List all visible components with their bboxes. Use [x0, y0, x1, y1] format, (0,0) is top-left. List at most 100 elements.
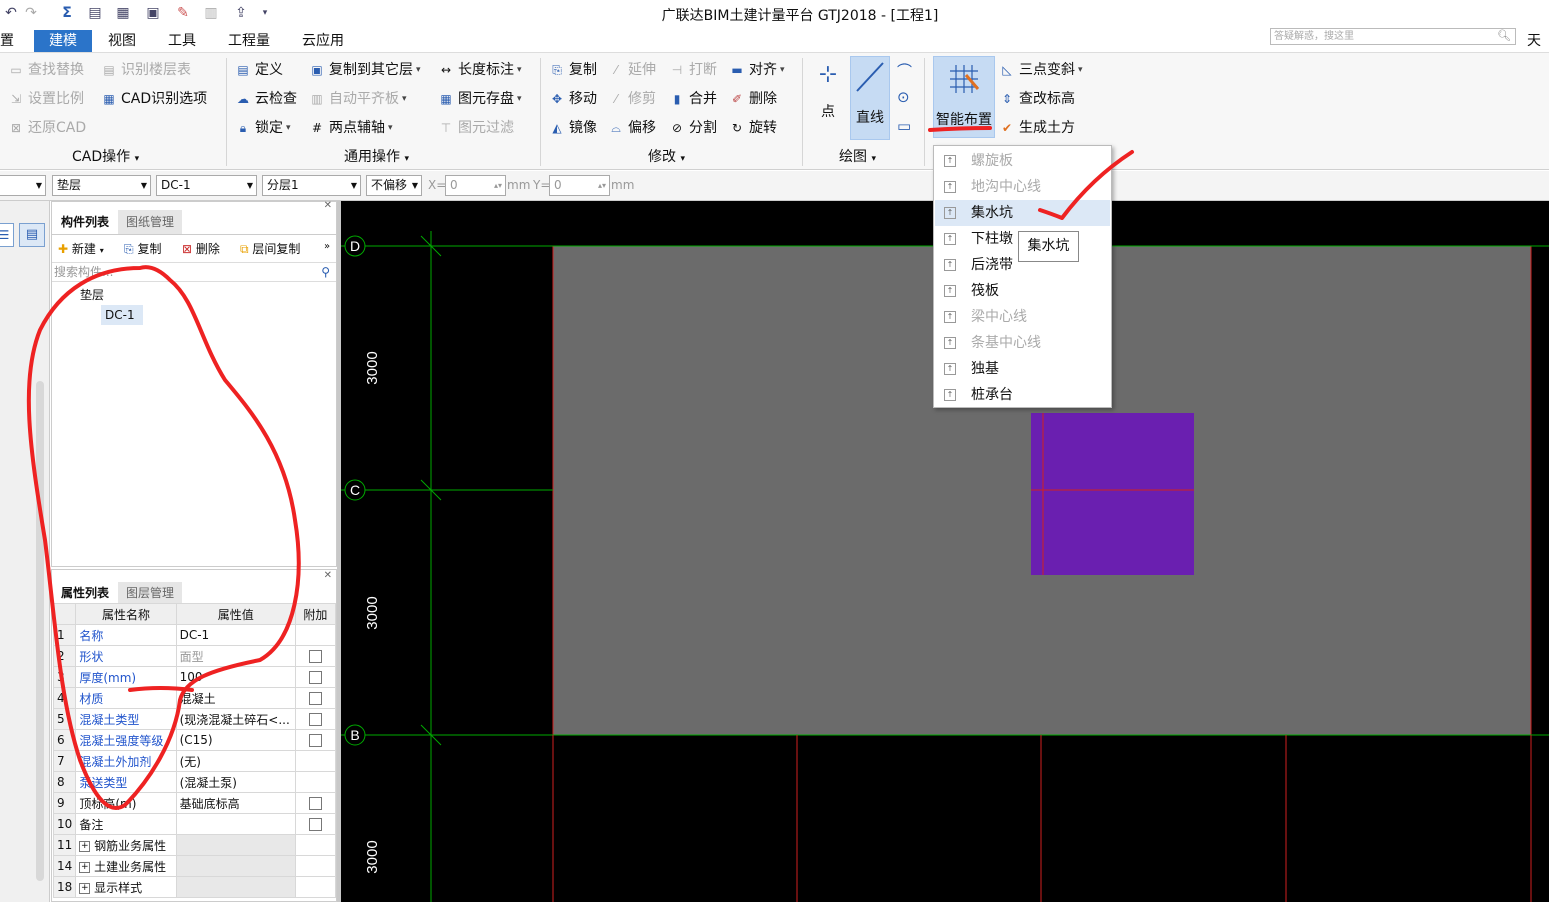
arc-icon[interactable]: ⌒ — [897, 60, 912, 81]
dropdown-item-spiral-slab[interactable]: ↑ 螺旋板 — [935, 148, 1110, 174]
floor-select[interactable]: 分层1 ▼ — [262, 175, 361, 196]
checkbox[interactable] — [308, 650, 322, 663]
align-button[interactable]: ▬ 对齐 ▾ — [729, 59, 784, 81]
copy-to-floor-button[interactable]: ▣ 复制到其它层 ▾ — [309, 59, 420, 81]
checkbox[interactable] — [308, 713, 322, 726]
layer-select[interactable]: ▼ — [0, 175, 46, 196]
table-row[interactable]: 3 厚度(mm) 100 — [52, 666, 337, 688]
auto-align-slab-button[interactable]: ▥ 自动平齐板 ▾ — [309, 88, 406, 110]
close-icon[interactable]: ✕ — [324, 570, 332, 581]
export-icon[interactable]: ⇪ — [232, 4, 250, 22]
element-type-select[interactable]: 垫层 ▼ — [52, 175, 151, 196]
dropdown-item-strip-footing-centerline[interactable]: ↑ 条基中心线 — [935, 330, 1110, 356]
dropdown-item-beam-centerline[interactable]: ↑ 梁中心线 — [935, 304, 1110, 330]
sump-pit[interactable] — [1031, 413, 1194, 575]
more-icon[interactable]: » — [324, 241, 330, 252]
y-input[interactable]: 0 ▴▾ — [549, 175, 610, 196]
prop-group[interactable]: + 土建业务属性 — [75, 855, 177, 877]
copy-button[interactable]: ⎘ 复制 — [549, 59, 597, 81]
element-filter-button[interactable]: ⊤ 图元过滤 — [438, 117, 514, 139]
table-row[interactable]: 1 名称 DC-1 — [52, 624, 337, 646]
quick-access-dropdown-icon[interactable]: ▾ — [256, 4, 274, 22]
table-row[interactable]: 9 顶标高(m) 基础底标高 — [52, 792, 337, 814]
table-row[interactable]: 7 混凝土外加剂 (无) — [52, 750, 337, 772]
list-view-icon[interactable]: ☰ — [0, 223, 14, 247]
move-button[interactable]: ✥ 移动 — [549, 88, 597, 110]
calc-icon[interactable]: ▣ — [144, 4, 162, 22]
draw-line-button[interactable]: 直线 — [850, 56, 890, 140]
tab-drawing-management[interactable]: 图纸管理 — [118, 210, 183, 234]
group-draw[interactable]: 绘图 ▾ — [839, 146, 876, 166]
grid-icon[interactable]: ▥ — [202, 4, 220, 22]
prop-value[interactable]: 100 — [175, 666, 296, 688]
identify-floor-table-button[interactable]: ▤ 识别楼层表 — [101, 59, 191, 81]
generate-earthwork-button[interactable]: ✔ 生成土方 — [999, 117, 1075, 139]
three-point-slope-button[interactable]: ◺ 三点变斜 ▾ — [999, 59, 1082, 81]
table-row[interactable]: 11 + 钢筋业务属性 — [52, 834, 337, 856]
dropdown-item-trench-centerline[interactable]: ↑ 地沟中心线 — [935, 174, 1110, 200]
tab-component-list[interactable]: 构件列表 — [53, 210, 118, 234]
delete-component-button[interactable]: ⊠ 删除 — [182, 240, 220, 257]
checkbox[interactable] — [308, 818, 322, 831]
prop-value[interactable]: (C15) — [175, 729, 296, 751]
group-general-ops[interactable]: 通用操作 ▾ — [344, 146, 409, 166]
spinner-icon[interactable]: ▴▾ — [494, 176, 502, 195]
table-row[interactable]: 10 备注 — [52, 813, 337, 835]
cad-options-button[interactable]: ▦ CAD识别选项 — [101, 88, 207, 110]
prop-value[interactable]: 混凝土 — [175, 687, 296, 709]
spinner-icon[interactable]: ▴▾ — [598, 176, 606, 195]
checkbox[interactable] — [308, 692, 322, 705]
dropdown-item-sump-pit[interactable]: ↑ 集水坑 — [935, 200, 1110, 226]
view-report-icon[interactable]: ▦ — [114, 4, 132, 22]
dropdown-item-isolated-footing[interactable]: ↑ 独基 — [935, 356, 1110, 382]
undo-icon[interactable]: ↶ — [2, 4, 20, 22]
checkbox[interactable] — [308, 797, 322, 810]
define-button[interactable]: ▤ 定义 — [235, 59, 283, 81]
expand-icon[interactable]: + — [79, 882, 91, 894]
table-row[interactable]: 8 泵送类型 (混凝土泵) — [52, 771, 337, 793]
set-scale-button[interactable]: ⇲ 设置比例 — [8, 88, 84, 110]
tab-layer-management[interactable]: 图层管理 — [118, 582, 183, 604]
table-row[interactable]: 2 形状 面型 — [52, 645, 337, 667]
tree-view-icon[interactable]: ▤ — [19, 223, 45, 247]
menu-modeling[interactable]: 建模 — [34, 30, 92, 52]
tree-category[interactable]: 垫层 — [80, 286, 104, 303]
table-row[interactable]: 6 混凝土强度等级 (C15) — [52, 729, 337, 751]
sum-icon[interactable]: Σ — [58, 4, 76, 22]
cloud-check-button[interactable]: ☁ 云检查 — [235, 88, 297, 110]
tab-property-list[interactable]: 属性列表 — [53, 582, 118, 604]
x-input[interactable]: 0 ▴▾ — [445, 175, 506, 196]
prop-value[interactable] — [175, 813, 296, 835]
report-icon[interactable]: ▤ — [86, 4, 104, 22]
circle-icon[interactable]: ⊙ — [897, 88, 910, 106]
table-row[interactable]: 18 + 显示样式 — [52, 876, 337, 898]
trim-button[interactable]: ⁄ 修剪 — [608, 88, 656, 110]
prop-value[interactable]: DC-1 — [175, 624, 296, 646]
dropdown-item-raft[interactable]: ↑ 筏板 — [935, 278, 1110, 304]
menu-cloud[interactable]: 云应用 — [294, 30, 352, 52]
interfloor-copy-button[interactable]: ⧉ 层间复制 — [240, 240, 300, 257]
checkbox[interactable] — [308, 734, 322, 747]
expand-icon[interactable]: + — [79, 840, 91, 852]
help-search-input[interactable]: 答疑解惑，搜这里 — [1270, 28, 1516, 45]
lock-button[interactable]: 🔒︎ 锁定 ▾ — [235, 117, 291, 139]
checkbox[interactable] — [308, 671, 322, 684]
edit-icon[interactable]: ✎ — [174, 4, 192, 22]
group-cad-ops[interactable]: CAD操作 ▾ — [72, 146, 139, 166]
redo-icon[interactable]: ↷ — [22, 4, 40, 22]
prop-value[interactable]: (现浇混凝土碎石<... — [175, 708, 296, 730]
menu-settings[interactable]: 置 — [0, 30, 22, 52]
search-icon[interactable]: 🔍︎ — [1497, 29, 1511, 42]
group-modify[interactable]: 修改 ▾ — [648, 146, 685, 166]
search-icon[interactable]: ⚲ — [321, 263, 330, 282]
smart-layout-button[interactable]: 智能布置 — [933, 56, 995, 138]
table-row[interactable]: 14 + 土建业务属性 — [52, 855, 337, 877]
split-button[interactable]: ⊘ 分割 — [669, 117, 717, 139]
length-dim-button[interactable]: ↔ 长度标注 ▾ — [438, 59, 522, 81]
restore-cad-button[interactable]: ⊠ 还原CAD — [8, 117, 86, 139]
prop-group[interactable]: + 钢筋业务属性 — [75, 834, 177, 856]
menu-tools[interactable]: 工具 — [160, 30, 204, 52]
menu-quantity[interactable]: 工程量 — [220, 30, 278, 52]
table-row[interactable]: 4 材质 混凝土 — [52, 687, 337, 709]
rotate-button[interactable]: ↻ 旋转 — [729, 117, 777, 139]
